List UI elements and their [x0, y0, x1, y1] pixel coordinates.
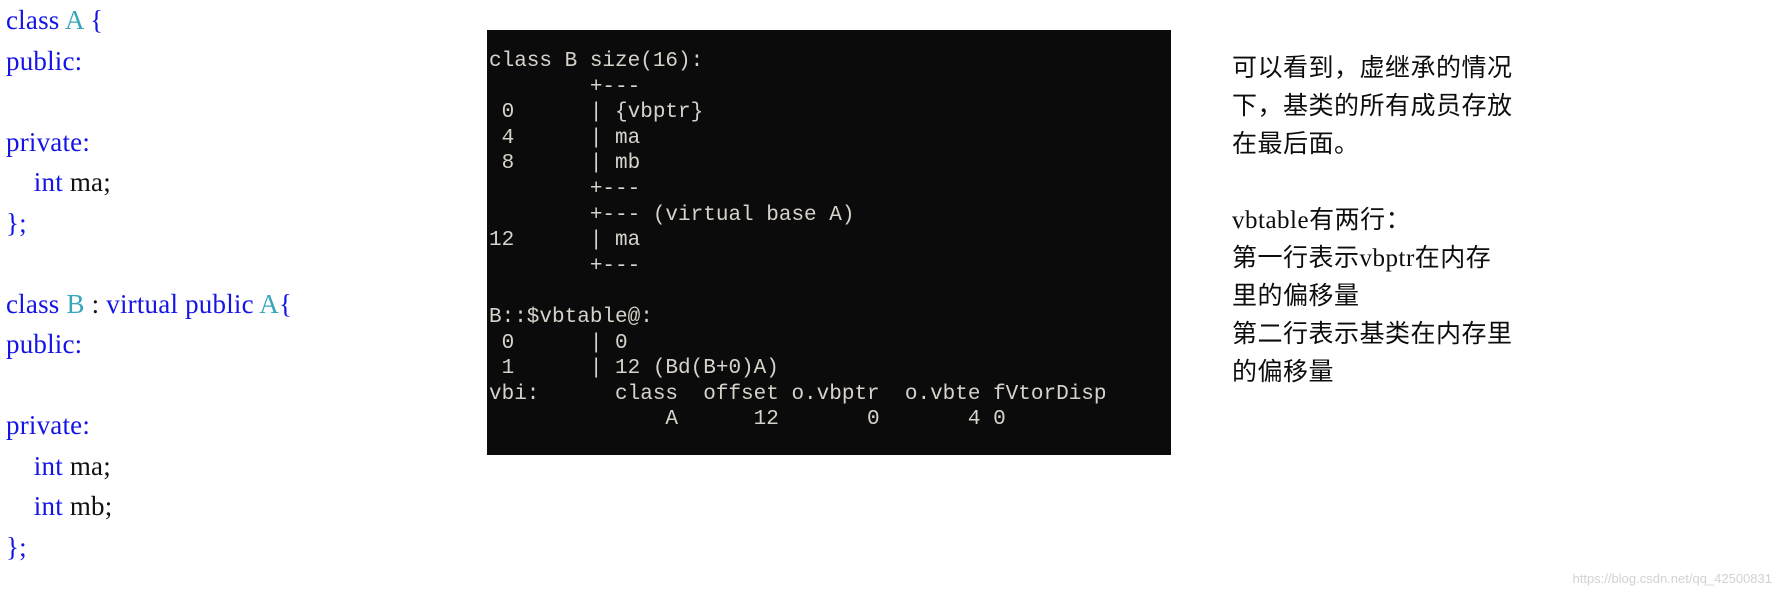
- console-line: A 12 0 4 0: [489, 408, 1006, 432]
- code-line: public:: [0, 41, 470, 82]
- code-line: int ma;: [0, 162, 470, 203]
- console-line: class B size(16):: [489, 50, 704, 73]
- console-line: 8 | mb: [489, 152, 641, 176]
- console-line: +---: [489, 75, 641, 99]
- code-token-ident: mb;: [69, 491, 113, 521]
- console-line: 4 | ma: [489, 126, 641, 150]
- source-code-pane: class A {public: private: int ma;}; clas…: [0, 0, 470, 594]
- code-token-punct: :: [84, 288, 107, 319]
- code-token-type: B: [66, 288, 85, 319]
- console-line: 1 | 12 (Bd(B+0)A): [489, 357, 779, 381]
- note-spacer: [1232, 164, 1572, 202]
- console-line: vbi: class offset o.vbptr o.vbte fVtorDi…: [489, 382, 1107, 406]
- code-token-kw: public:: [6, 329, 83, 359]
- console-line: +---: [489, 177, 641, 201]
- console-line: B::$vbtable@:: [489, 305, 653, 329]
- code-token-kw: virtual public: [106, 288, 260, 319]
- code-token-kw: private:: [6, 126, 91, 157]
- console-line: 0 | {vbptr}: [489, 101, 704, 125]
- code-line: int ma;: [0, 446, 470, 487]
- code-token-ident: ma;: [69, 167, 111, 197]
- code-line: };: [0, 203, 470, 244]
- code-token-kw: };: [6, 531, 27, 562]
- code-token-type: A: [259, 288, 279, 319]
- code-line: int mb;: [0, 486, 470, 527]
- note-paragraph-1: 可以看到，虚继承的情况 下，基类的所有成员存放 在最后面。: [1232, 55, 1513, 158]
- code-token-kw: public:: [6, 45, 83, 76]
- code-token-ident: ma;: [69, 450, 111, 481]
- console-line: 12 | ma: [489, 229, 641, 253]
- code-token-kw: {: [83, 5, 104, 35]
- console-line: +---: [489, 254, 641, 278]
- code-line: };: [0, 527, 470, 568]
- note-paragraph-2: vbtable有两行： 第一行表示vbptr在内存 里的偏移量 第二行表示基类在…: [1232, 207, 1513, 386]
- code-token-type: A: [64, 5, 84, 35]
- code-token-kw: };: [6, 207, 27, 238]
- code-line: class B : virtual public A{: [0, 284, 470, 325]
- code-token-kw: private:: [6, 410, 91, 440]
- console-line: 0 | 0: [489, 331, 628, 355]
- console-line: +--- (virtual base A): [489, 203, 855, 227]
- csdn-watermark: https://blog.csdn.net/qq_42500831: [1572, 571, 1773, 586]
- code-line: private:: [0, 405, 470, 446]
- code-token-kw: int: [6, 167, 70, 197]
- code-token-kw: int: [6, 491, 70, 521]
- code-line: class A {: [0, 0, 470, 41]
- code-token-kw: class: [6, 288, 67, 319]
- code-line: private:: [0, 122, 470, 163]
- code-token-kw: class: [6, 5, 65, 35]
- annotation-notes-pane: 可以看到，虚继承的情况 下，基类的所有成员存放 在最后面。 vbtable有两行…: [1232, 50, 1572, 392]
- code-token-kw: int: [6, 450, 70, 481]
- code-line: public:: [0, 324, 470, 365]
- code-token-kw: {: [278, 288, 293, 319]
- compiler-layout-console: class B size(16): +--- 0 | {vbptr} 4 | m…: [487, 30, 1171, 455]
